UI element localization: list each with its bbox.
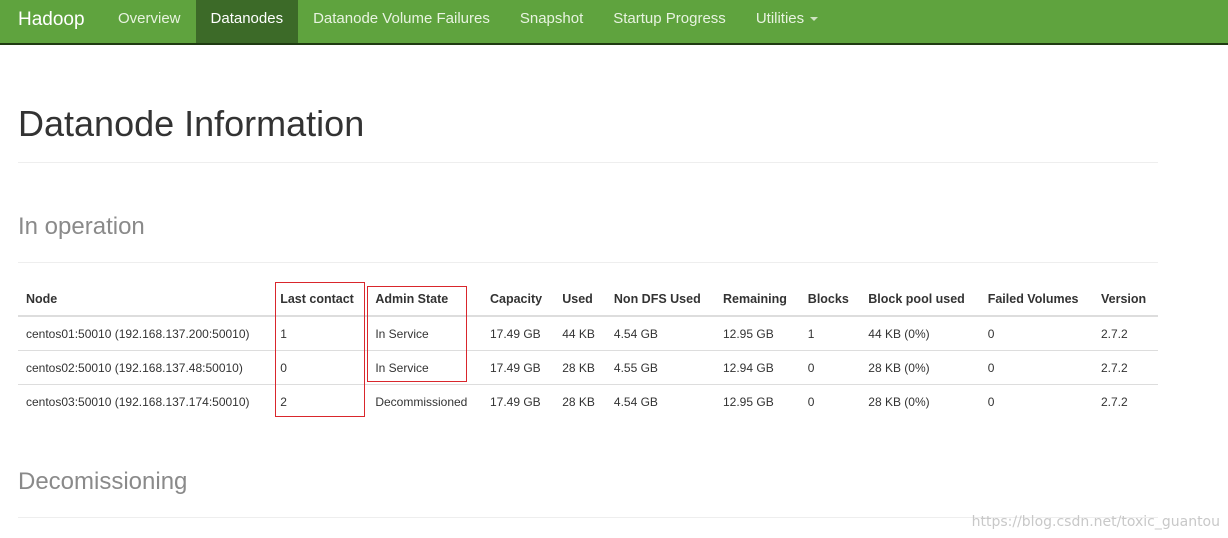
cell-used: 28 KB <box>554 350 606 385</box>
cell-non-dfs-used: 4.54 GB <box>605 384 715 418</box>
col-non-dfs-used: Non DFS Used <box>605 283 715 317</box>
cell-blocks: 1 <box>807 326 815 341</box>
nav-item-datanodes: Datanodes <box>195 0 299 43</box>
in-operation-header: In operation <box>18 212 1158 263</box>
in-operation-title: In operation <box>18 213 145 240</box>
cell-failed-volumes: 0 <box>979 350 1093 385</box>
cell-non-dfs-used: 4.55 GB <box>605 350 715 385</box>
cell-version: 2.7.2 <box>1101 326 1128 341</box>
cell-capacity: 17.49 GB <box>481 384 555 418</box>
decommissioning-header: Decomissioning <box>18 467 1158 518</box>
cell-block-pool-used: 28 KB (0%) <box>860 384 980 418</box>
cell-remaining: 12.94 GB <box>715 350 800 385</box>
cell-version: 2.7.2 <box>1093 384 1158 418</box>
nav-item-overview: Overview <box>103 0 196 43</box>
cell-failed-volumes: 0 <box>987 326 995 341</box>
nav-link-utilities[interactable]: Utilities <box>741 0 833 43</box>
nav-link-volume-failures[interactable]: Datanode Volume Failures <box>298 0 505 43</box>
cell-capacity: 17.49 GB <box>481 350 555 385</box>
cell-remaining: 12.95 GB <box>723 326 774 341</box>
col-capacity: Capacity <box>481 283 555 317</box>
table-row: centos03:50010 (192.168.137.174:50010) 2… <box>18 384 1158 418</box>
table-row: centos01:50010 (192.168.137.200:50010) 1… <box>18 316 1158 351</box>
col-node: Node <box>18 283 273 317</box>
brand-link[interactable]: Hadoop <box>18 0 85 43</box>
nav-item-startup-progress: Startup Progress <box>598 0 741 43</box>
nav-item-utilities: Utilities <box>741 0 833 43</box>
chevron-down-icon <box>810 17 819 22</box>
decommissioning-title: Decomissioning <box>18 468 188 495</box>
cell-version: 2.7.2 <box>1093 350 1158 385</box>
nav-link-datanodes[interactable]: Datanodes <box>195 0 299 43</box>
top-navbar: Hadoop Overview Datanodes Datanode Volum… <box>0 0 1228 45</box>
col-block-pool-used: Block pool used <box>860 283 980 317</box>
cell-capacity: 17.49 GB <box>489 326 541 341</box>
nav-link-snapshot[interactable]: Snapshot <box>505 0 598 43</box>
cell-blocks: 0 <box>799 384 861 418</box>
datanode-table: Node Last contact Admin State Capacity U… <box>18 283 1158 418</box>
cell-admin-state: Decommissioned <box>367 384 482 418</box>
nav-menu: Overview Datanodes Datanode Volume Failu… <box>103 0 833 43</box>
table-header-row: Node Last contact Admin State Capacity U… <box>18 283 1158 317</box>
cell-used: 44 KB <box>562 326 595 341</box>
col-used: Used <box>554 283 606 317</box>
page-title: Datanode Information <box>18 103 365 144</box>
col-version: Version <box>1093 283 1158 317</box>
col-blocks: Blocks <box>799 283 861 317</box>
cell-node: centos01:50010 (192.168.137.200:50010) <box>26 326 250 341</box>
nav-link-startup-progress[interactable]: Startup Progress <box>598 0 741 43</box>
cell-block-pool-used: 44 KB (0%) <box>868 326 930 341</box>
col-remaining: Remaining <box>715 283 800 317</box>
cell-node: centos03:50010 (192.168.137.174:50010) <box>18 384 273 418</box>
table-row: centos02:50010 (192.168.137.48:50010) 0 … <box>18 350 1158 385</box>
cell-failed-volumes: 0 <box>979 384 1093 418</box>
watermark-text: https://blog.csdn.net/toxic_guantou <box>971 514 1220 530</box>
nav-item-volume-failures: Datanode Volume Failures <box>298 0 505 43</box>
col-failed-volumes: Failed Volumes <box>979 283 1093 317</box>
nav-link-overview[interactable]: Overview <box>103 0 196 43</box>
nav-utilities-label: Utilities <box>755 10 805 27</box>
last-contact-highlight-box <box>275 282 365 417</box>
nav-item-snapshot: Snapshot <box>505 0 598 43</box>
cell-non-dfs-used: 4.54 GB <box>613 326 658 341</box>
page-header: Datanode Information <box>18 100 1158 163</box>
cell-remaining: 12.95 GB <box>715 384 800 418</box>
admin-state-highlight-box <box>367 286 467 382</box>
cell-node: centos02:50010 (192.168.137.48:50010) <box>18 350 273 385</box>
cell-used: 28 KB <box>554 384 606 418</box>
cell-blocks: 0 <box>799 350 861 385</box>
cell-block-pool-used: 28 KB (0%) <box>860 350 980 385</box>
